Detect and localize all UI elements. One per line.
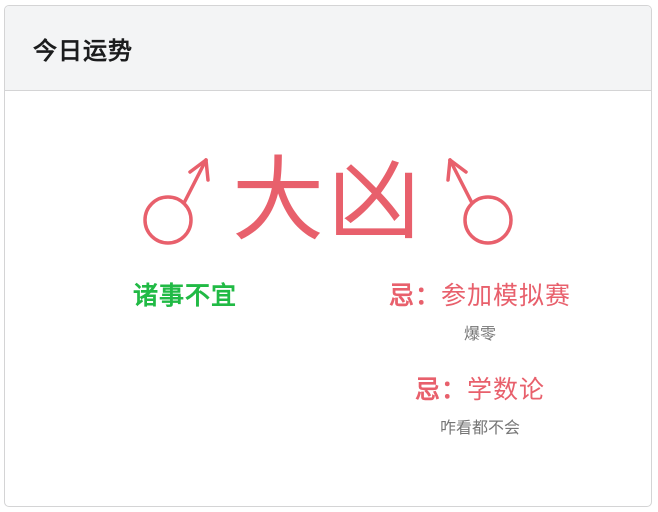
bad-item-title: 忌：学数论 [335,370,625,406]
card-header: 今日运势 [5,6,651,91]
bad-prefix: 忌： [414,375,467,404]
fortune-result: 大凶 [231,147,424,254]
good-column: 诸事不宜 [105,276,265,312]
bad-item: 忌：学数论 咋看都不会 [335,370,625,438]
bad-column: 忌：参加模拟赛 爆零 忌：学数论 咋看都不会 [335,276,625,464]
mars-icon [446,158,513,245]
card-title: 今日运势 [33,36,133,65]
bad-prefix: 忌： [388,281,441,310]
bad-item-label: 学数论 [467,375,546,404]
bad-item-desc: 爆零 [463,324,496,343]
bad-item-desc: 咋看都不会 [439,418,520,437]
fortune-row: 大凶 [5,146,651,256]
bad-item-label: 参加模拟赛 [441,281,572,310]
fortune-card: 今日运势 大凶 诸事不宜 忌：参加模拟赛 爆零 忌：学数论 咋看都不会 [4,5,652,507]
bad-item: 忌：参加模拟赛 爆零 [335,276,625,344]
bad-item-title: 忌：参加模拟赛 [335,276,625,312]
mars-icon [143,158,210,245]
good-title: 诸事不宜 [132,281,237,310]
